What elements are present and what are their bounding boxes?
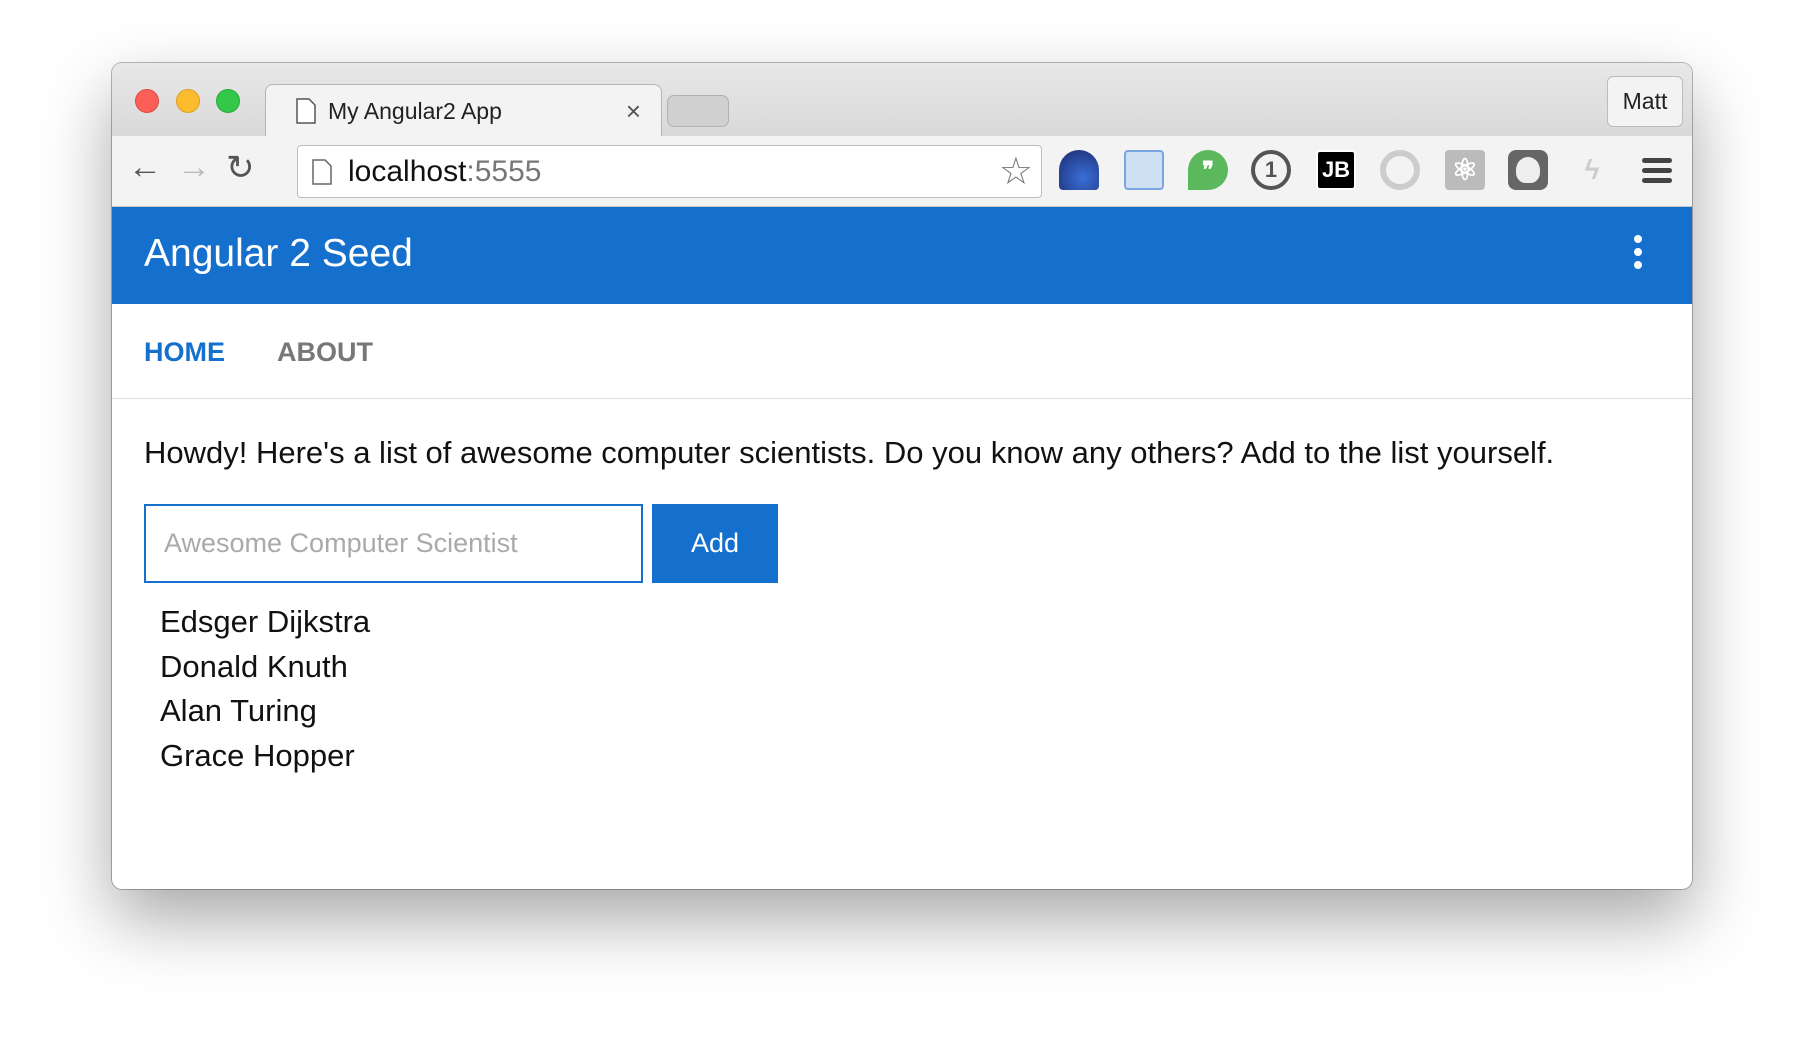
url-host: localhost: [348, 154, 467, 188]
nav-about[interactable]: ABOUT: [277, 337, 373, 368]
close-window-button[interactable]: [135, 89, 159, 113]
list-item: Alan Turing: [160, 693, 317, 728]
scientist-name-input[interactable]: [144, 504, 643, 583]
jetbrains-icon[interactable]: JB: [1316, 150, 1356, 190]
tab-bar: My Angular2 App × Matt: [112, 63, 1692, 137]
reload-icon[interactable]: ↻: [226, 148, 255, 188]
scientist-list: Edsger Dijkstra Donald Knuth Alan Turing…: [160, 600, 370, 778]
add-button[interactable]: Add: [652, 504, 778, 583]
browser-toolbar: ← → ↻ localhost:5555 ☆ ❞ 1 JB ⚛ ϟ: [112, 136, 1692, 207]
bookmark-star-icon[interactable]: ☆: [999, 149, 1033, 194]
jetbrains-label: JB: [1321, 157, 1351, 182]
browser-tab[interactable]: My Angular2 App ×: [265, 84, 662, 137]
nav-home[interactable]: HOME: [144, 337, 225, 368]
list-item: Grace Hopper: [160, 737, 355, 773]
forward-icon[interactable]: →: [177, 148, 211, 187]
url-port: :5555: [466, 154, 542, 188]
lightning-icon[interactable]: ϟ: [1572, 150, 1612, 190]
back-icon[interactable]: ←: [128, 148, 162, 187]
browser-window: My Angular2 App × Matt ← → ↻ localhost:5…: [112, 63, 1692, 889]
speedometer-icon[interactable]: [1059, 150, 1099, 190]
list-item: Donald Knuth: [160, 648, 348, 684]
json-viewer-icon[interactable]: [1380, 150, 1420, 190]
ghostery-icon[interactable]: [1508, 150, 1548, 190]
1password-icon[interactable]: 1: [1251, 150, 1291, 190]
page-icon: [296, 98, 316, 124]
app-title: Angular 2 Seed: [144, 232, 413, 275]
screen-share-icon[interactable]: [1124, 150, 1164, 190]
app-header: Angular 2 Seed: [112, 207, 1692, 304]
new-tab-button[interactable]: [667, 95, 729, 127]
profile-button[interactable]: Matt: [1607, 76, 1683, 127]
list-item: Edsger Dijkstra: [160, 604, 371, 639]
maximize-window-button[interactable]: [216, 89, 240, 113]
hangouts-icon[interactable]: ❞: [1188, 150, 1228, 190]
more-menu-icon[interactable]: [1634, 235, 1642, 274]
intro-text: Howdy! Here's a list of awesome computer…: [144, 435, 1555, 470]
tab-title: My Angular2 App: [328, 97, 502, 124]
menu-icon[interactable]: [1637, 150, 1677, 190]
minimize-window-button[interactable]: [176, 89, 200, 113]
app-nav: HOME ABOUT: [112, 304, 1692, 399]
page-icon: [312, 158, 332, 185]
address-bar[interactable]: localhost:5555 ☆: [297, 145, 1042, 198]
close-tab-icon[interactable]: ×: [626, 96, 641, 127]
react-devtools-icon[interactable]: ⚛: [1445, 150, 1485, 190]
